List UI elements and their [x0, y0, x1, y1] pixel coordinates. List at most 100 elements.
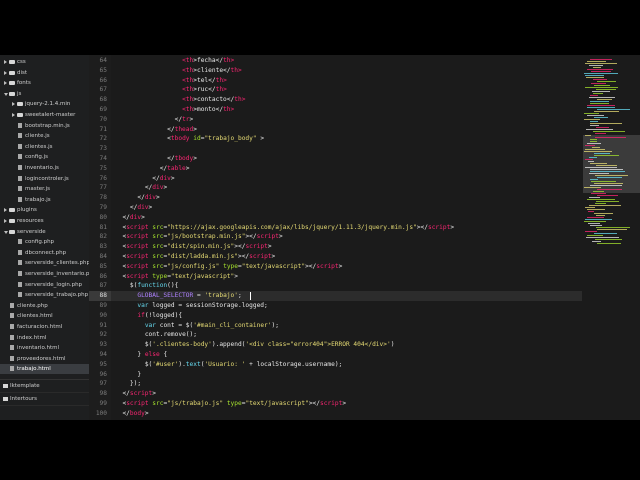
- chevron-right-icon[interactable]: [12, 102, 15, 107]
- tree-file[interactable]: serverside_trabajo.php: [0, 290, 89, 300]
- code-token: ></: [416, 223, 428, 231]
- code-token: >: [267, 243, 272, 251]
- code-line[interactable]: <th>monto</th>: [115, 105, 234, 115]
- code-line[interactable]: cont.remove();: [115, 330, 197, 340]
- code-line[interactable]: var logged = sessionStorage.logged;: [115, 301, 267, 311]
- code-line[interactable]: </body>: [115, 409, 148, 419]
- code-line[interactable]: <script src="dist/spin.min.js"></script>: [115, 242, 272, 252]
- code-line[interactable]: if(!logged){: [115, 311, 182, 321]
- tree-file[interactable]: index.html: [0, 333, 89, 343]
- tree-folder[interactable]: js: [0, 89, 89, 99]
- code-line[interactable]: </html>: [115, 419, 141, 421]
- code-line[interactable]: $('.clientes-body').append('<div class="…: [115, 340, 395, 350]
- tree-file[interactable]: master.js: [0, 184, 89, 194]
- tree-file[interactable]: facturacion.html: [0, 322, 89, 332]
- code-line[interactable]: <script src="js/bootstrap.min.js"></scri…: [115, 232, 282, 242]
- tree-file[interactable]: logincontroler.js: [0, 174, 89, 184]
- code-token: '#main_cli_container': [193, 321, 272, 329]
- folder-icon: [17, 113, 23, 117]
- tree-file[interactable]: inventario.html: [0, 343, 89, 353]
- code-line[interactable]: </div>: [115, 213, 144, 223]
- chevron-right-icon[interactable]: [4, 219, 7, 223]
- code-line[interactable]: <tbody id="trabajo_body" >: [115, 134, 264, 144]
- project-root[interactable]: Iktemplate: [0, 380, 89, 393]
- code-line[interactable]: </script>: [115, 389, 156, 399]
- code-line[interactable]: });: [115, 379, 141, 389]
- tree-file[interactable]: inventario.js: [0, 163, 89, 173]
- project-root[interactable]: Intertours: [0, 393, 89, 406]
- tree-file[interactable]: config.js: [0, 152, 89, 162]
- code-line[interactable]: <script type="text/javascript">: [115, 272, 238, 282]
- code-line[interactable]: <script src="dist/ladda.min.js"></script…: [115, 252, 275, 262]
- tree-file[interactable]: cliente.js: [0, 131, 89, 141]
- tree-file[interactable]: serverside_inventario.php: [0, 269, 89, 279]
- minimap-line: [591, 181, 616, 182]
- tree-file[interactable]: proveedores.html: [0, 354, 89, 364]
- code-line[interactable]: } else {: [115, 350, 167, 360]
- code-line[interactable]: $(function(){: [115, 281, 178, 291]
- tree-item-label: facturacion.html: [17, 324, 63, 330]
- tree-folder[interactable]: css: [0, 57, 89, 67]
- code-token: var: [137, 302, 149, 309]
- tree-folder[interactable]: plugins: [0, 205, 89, 215]
- tree-file[interactable]: trabajo.html: [0, 364, 89, 375]
- chevron-right-icon[interactable]: [12, 113, 15, 117]
- minimap-line: [588, 161, 594, 162]
- code-line[interactable]: </div>: [115, 203, 152, 213]
- tree-file[interactable]: trabajo.js: [0, 195, 89, 205]
- minimap-line: [597, 243, 621, 244]
- chevron-down-icon[interactable]: [4, 230, 8, 236]
- folder-icon: [9, 91, 15, 96]
- code-line[interactable]: <th>contacto</th>: [115, 95, 245, 105]
- code-line[interactable]: </thead>: [115, 125, 197, 135]
- code-line[interactable]: <script src="js/trabajo.js" type="text/j…: [115, 399, 346, 409]
- chevron-right-icon[interactable]: [4, 81, 7, 86]
- code-token: >contacto</: [193, 96, 235, 104]
- chevron-right-icon[interactable]: [4, 70, 7, 75]
- tree-folder[interactable]: dist: [0, 68, 89, 78]
- tree-folder[interactable]: fonts: [0, 78, 89, 88]
- code-line[interactable]: <th>fecha</th>: [115, 56, 234, 66]
- tree-folder[interactable]: serverside: [0, 227, 89, 237]
- chevron-down-icon[interactable]: [4, 92, 8, 98]
- code-line[interactable]: $('#user').text('Usuario: ' + localStora…: [115, 360, 342, 370]
- code-token: >: [241, 96, 246, 104]
- code-line[interactable]: </tbody>: [115, 154, 197, 164]
- tree-folder[interactable]: resources: [0, 216, 89, 226]
- chevron-right-icon[interactable]: [4, 60, 7, 64]
- code-area[interactable]: <th>fecha</th> <th>cliente</th> <th>tel<…: [115, 55, 582, 420]
- tree-folder[interactable]: sweetalert-master: [0, 110, 89, 120]
- code-line[interactable]: </div>: [115, 193, 159, 203]
- code-token: function: [137, 282, 168, 290]
- code-line[interactable]: var cont = $('#main_cli_container');: [115, 321, 279, 331]
- tree-file[interactable]: config.php: [0, 237, 89, 247]
- tree-file[interactable]: bootstrap.min.js: [0, 121, 89, 131]
- code-line[interactable]: </div>: [115, 183, 167, 193]
- code-line[interactable]: </div>: [115, 174, 174, 184]
- code-line[interactable]: </table>: [115, 164, 190, 174]
- file-icon: [18, 260, 22, 266]
- tree-file[interactable]: cliente.php: [0, 301, 89, 311]
- tree-file[interactable]: clientes.js: [0, 142, 89, 152]
- code-token: '.clientes-body': [152, 341, 212, 349]
- tree-file[interactable]: dbconnect.php: [0, 248, 89, 258]
- minimap-line: [587, 235, 603, 236]
- code-line[interactable]: <th>cliente</th>: [115, 66, 242, 76]
- line-number: 85: [99, 262, 107, 270]
- tree-file[interactable]: clientes.html: [0, 311, 89, 321]
- chevron-right-icon[interactable]: [4, 208, 7, 213]
- code-line[interactable]: <script src="https://ajax.googleapis.com…: [115, 223, 454, 233]
- code-line[interactable]: GLOBAL_SELECTOR = 'trabajo';: [115, 291, 241, 301]
- code-line[interactable]: }: [115, 370, 141, 380]
- tree-folder[interactable]: jquery-2.1.4.min: [0, 99, 89, 109]
- minimap-line: [594, 111, 619, 112]
- code-line[interactable]: <th>tel</th>: [115, 76, 227, 86]
- code-token: >cliente</: [193, 66, 231, 74]
- code-line[interactable]: </tr>: [115, 115, 194, 125]
- code-line[interactable]: <script src="js/config.js" type="text/ja…: [115, 262, 342, 272]
- tree-file[interactable]: serverside_clientes.php: [0, 258, 89, 268]
- code-line[interactable]: <th>ruc</th>: [115, 85, 227, 95]
- minimap[interactable]: [582, 55, 640, 420]
- tree-file[interactable]: serverside_login.php: [0, 280, 89, 290]
